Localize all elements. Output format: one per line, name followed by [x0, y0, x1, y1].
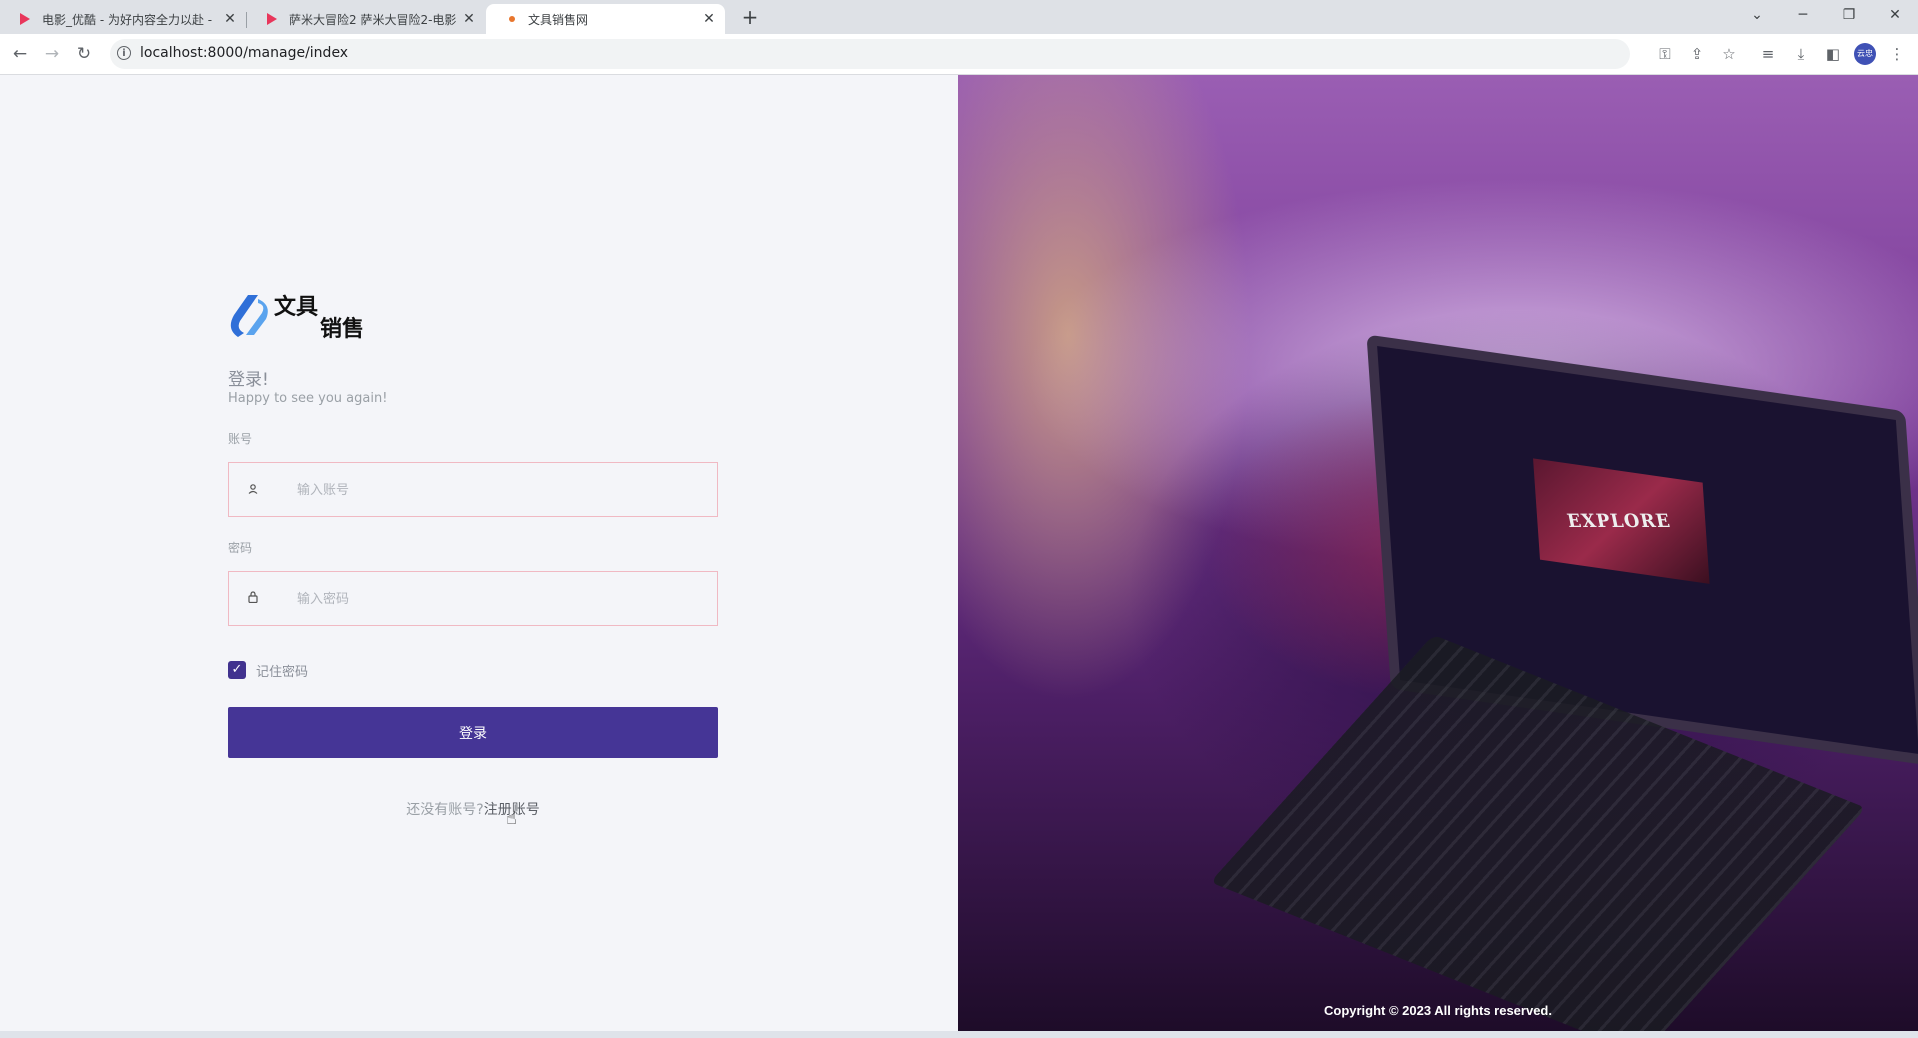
- side-panel-icon[interactable]: ◧: [1822, 43, 1844, 65]
- remember-label: 记住密码: [256, 664, 309, 680]
- user-icon: [243, 480, 263, 500]
- copyright-text: Copyright © 2023 All rights reserved.: [1323, 1003, 1552, 1018]
- download-icon[interactable]: ⤓: [1790, 43, 1812, 65]
- logo-text-line1: 文具: [274, 295, 319, 320]
- hero-image: EXPLORE Copyright © 2023 All rights rese…: [958, 75, 1918, 1031]
- account-input[interactable]: [295, 463, 699, 518]
- account-label: 账号: [228, 432, 253, 446]
- logo-text-line2: 销售: [320, 317, 365, 342]
- close-tab-icon[interactable]: ✕: [701, 11, 717, 27]
- forward-icon[interactable]: →: [40, 42, 64, 66]
- signup-prompt: 还没有账号?注册账号: [228, 799, 718, 819]
- restore-icon[interactable]: ❐: [1834, 4, 1864, 26]
- browser-tab[interactable]: 萨米大冒险2 萨米大冒险2-电影 ✕: [247, 4, 485, 34]
- screen-text: EXPLORE: [1565, 510, 1673, 533]
- reading-list-icon[interactable]: ≡: [1757, 43, 1779, 65]
- login-subheading: Happy to see you again!: [228, 391, 388, 406]
- browser-menu-icon[interactable]: ⋮: [1886, 43, 1908, 65]
- login-page: 文具 销售 登录! Happy to see you again! 账号 密码 …: [0, 75, 1918, 1031]
- close-window-icon[interactable]: ✕: [1880, 4, 1910, 26]
- browser-tab[interactable]: 电影_优酷 - 为好内容全力以赴 - ✕: [0, 4, 246, 34]
- password-label: 密码: [228, 541, 253, 555]
- browser-tab-bar: 电影_优酷 - 为好内容全力以赴 - ✕ 萨米大冒险2 萨米大冒险2-电影 ✕ …: [0, 0, 1918, 34]
- tab-search-icon[interactable]: ⌄: [1742, 4, 1772, 26]
- address-bar[interactable]: i localhost:8000/manage/index: [110, 39, 1630, 69]
- minimize-icon[interactable]: ─: [1788, 4, 1818, 26]
- close-tab-icon[interactable]: ✕: [222, 11, 238, 27]
- login-panel: 文具 销售 登录! Happy to see you again! 账号 密码 …: [0, 75, 958, 1031]
- password-key-icon[interactable]: ⚿: [1654, 43, 1676, 65]
- login-heading: 登录!: [228, 370, 269, 390]
- browser-toolbar: ← → ↻ i localhost:8000/manage/index ⚿ ⇪ …: [0, 34, 1918, 75]
- address-url[interactable]: localhost:8000/manage/index: [140, 45, 348, 61]
- site-info-icon[interactable]: i: [117, 46, 131, 60]
- youku-favicon-icon: [18, 11, 34, 27]
- site-favicon-icon: [504, 11, 520, 27]
- tab-title: 电影_优酷 - 为好内容全力以赴 -: [42, 12, 213, 27]
- screen-flag: EXPLORE: [1533, 458, 1710, 584]
- remember-me[interactable]: ✓ 记住密码: [228, 660, 308, 680]
- share-icon[interactable]: ⇪: [1686, 43, 1708, 65]
- password-field[interactable]: [228, 571, 718, 627]
- hand-cursor-icon: ☝: [506, 808, 517, 829]
- brand-logo: 文具 销售: [228, 289, 388, 342]
- logo-mark-icon: [230, 295, 268, 337]
- remember-checkbox[interactable]: ✓: [228, 661, 246, 679]
- no-account-text: 还没有账号?: [406, 802, 484, 818]
- profile-avatar[interactable]: 云忠: [1854, 43, 1876, 65]
- login-button[interactable]: 登录: [228, 707, 718, 758]
- password-input[interactable]: [295, 572, 699, 627]
- back-icon[interactable]: ←: [8, 42, 32, 66]
- tab-title: 文具销售网: [528, 12, 589, 27]
- close-tab-icon[interactable]: ✕: [461, 11, 477, 27]
- youku-favicon-icon: [265, 11, 281, 27]
- tab-title: 萨米大冒险2 萨米大冒险2-电影: [289, 12, 457, 27]
- reload-icon[interactable]: ↻: [72, 42, 96, 66]
- bottom-strip: [0, 1031, 1918, 1038]
- browser-tab-active[interactable]: 文具销售网 ✕: [486, 4, 725, 34]
- new-tab-icon[interactable]: +: [738, 5, 762, 29]
- bookmark-star-icon[interactable]: ☆: [1718, 43, 1740, 65]
- lock-icon: [243, 589, 263, 609]
- account-field[interactable]: [228, 462, 718, 518]
